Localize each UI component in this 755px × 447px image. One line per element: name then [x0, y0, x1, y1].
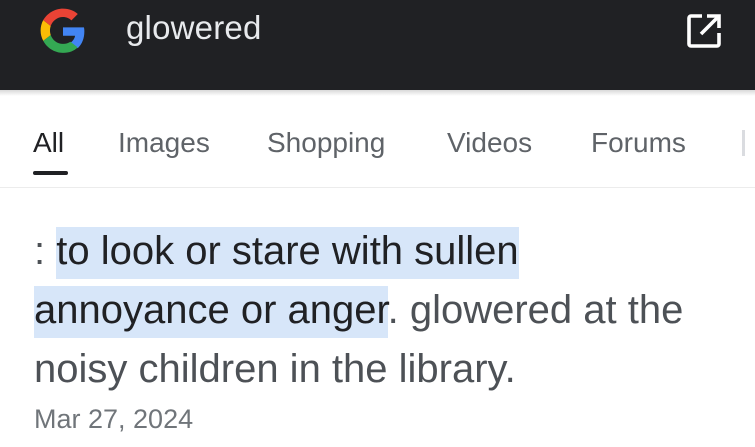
top-search-bar: glowered [0, 0, 755, 90]
highlighted-definition-line-2: annoyance or anger [34, 286, 388, 338]
tab-videos[interactable]: Videos [447, 126, 532, 160]
tab-all[interactable]: All [33, 126, 64, 160]
tab-forums[interactable]: Forums [591, 126, 686, 160]
search-tabs: All Images Shopping Videos Forums [0, 96, 755, 188]
google-g-icon[interactable] [38, 6, 88, 56]
definition-prefix: : [34, 229, 57, 273]
result-date: Mar 27, 2024 [34, 404, 194, 434]
open-in-new-icon[interactable] [684, 11, 724, 51]
tab-overflow-edge[interactable] [742, 130, 745, 156]
active-tab-indicator [33, 171, 68, 175]
search-query[interactable]: glowered [126, 8, 262, 48]
tab-images[interactable]: Images [118, 126, 210, 160]
definition-text: : to look or stare with sullen annoyance … [34, 222, 734, 399]
tab-shopping[interactable]: Shopping [267, 126, 385, 160]
highlighted-definition-line-1: to look or stare with sullen [56, 227, 519, 279]
